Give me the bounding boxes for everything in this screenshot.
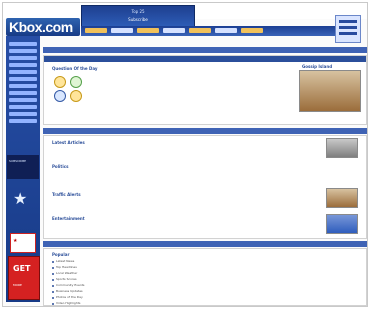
sidebar-shield[interactable]: ★ <box>10 233 36 253</box>
sidebar-link[interactable] <box>9 49 37 53</box>
header-badge[interactable] <box>335 15 361 43</box>
list-bullet <box>52 297 54 299</box>
sidebar-link[interactable] <box>9 77 37 81</box>
list-item[interactable]: Business Updates <box>56 289 83 293</box>
featured-header <box>44 56 366 62</box>
nav-item[interactable] <box>137 28 159 33</box>
list-item[interactable]: Photos of the Day <box>56 295 83 299</box>
story-thumbnail[interactable] <box>326 138 358 158</box>
sidebar-link[interactable] <box>9 98 37 102</box>
list-bullet <box>52 261 54 263</box>
story-title[interactable]: Latest Articles <box>52 140 85 145</box>
story-title[interactable]: Politics <box>52 164 68 169</box>
lower-panel: Popular Latest News Top Headlines Local … <box>43 248 367 306</box>
nav-item[interactable] <box>189 28 211 33</box>
cta-subtitle: MORE <box>13 283 22 287</box>
nav-item[interactable] <box>215 28 237 33</box>
sidebar-link[interactable] <box>9 56 37 60</box>
badge-bar <box>339 26 357 29</box>
top-banner[interactable]: Top 25 Subscribe <box>81 5 195 27</box>
site-logo-text: Kbox.com <box>9 19 73 35</box>
story-thumbnail[interactable] <box>326 214 358 234</box>
list-bullet <box>52 267 54 269</box>
face-icon <box>54 76 66 88</box>
user-icon <box>54 90 66 102</box>
featured-left-label[interactable]: Question Of the Day <box>52 66 98 71</box>
nav-item[interactable] <box>111 28 133 33</box>
star-icon: ★ <box>13 189 28 208</box>
browser-page: Kbox.com Top 25 Subscribe SUBSCRIBE ★ ★ … <box>2 2 368 307</box>
lower-tabbar <box>43 241 367 247</box>
sidebar-link[interactable] <box>9 63 37 67</box>
lower-section-title: Popular <box>52 252 70 257</box>
shield-text: ★ <box>13 238 18 244</box>
story-thumbnail[interactable] <box>326 188 358 208</box>
list-bullet <box>52 291 54 293</box>
cta-title: GET <box>13 264 31 273</box>
sidebar-link[interactable] <box>9 84 37 88</box>
banner-line-1: Top 25 <box>131 9 145 14</box>
sidebar-link[interactable] <box>9 119 37 123</box>
sidebar-link[interactable] <box>9 105 37 109</box>
cloud-icon <box>70 76 82 88</box>
sidebar-link[interactable] <box>9 42 37 46</box>
list-item[interactable]: Latest News <box>56 259 74 263</box>
sidebar-promo-text: SUBSCRIBE <box>9 159 27 163</box>
stories-tabbar <box>43 128 367 134</box>
sidebar-link[interactable] <box>9 112 37 116</box>
left-sidebar-nav <box>9 42 37 126</box>
badge-bar <box>339 20 357 23</box>
list-bullet <box>52 273 54 275</box>
list-bullet <box>52 303 54 305</box>
banner-line-2: Subscribe <box>128 17 148 22</box>
sidebar-promo-box[interactable]: SUBSCRIBE <box>7 155 39 179</box>
story-title[interactable]: Traffic Alerts <box>52 192 81 197</box>
list-item[interactable]: Sports Scores <box>56 277 77 281</box>
nav-item[interactable] <box>163 28 185 33</box>
badge-bar <box>339 32 357 35</box>
content-tabbar <box>43 47 367 53</box>
star-icon <box>70 90 82 102</box>
featured-right-label[interactable]: Gossip Island <box>302 64 332 69</box>
nav-item[interactable] <box>85 28 107 33</box>
list-item[interactable]: Top Headlines <box>56 265 77 269</box>
list-item[interactable]: Local Weather <box>56 271 77 275</box>
list-bullet <box>52 279 54 281</box>
featured-panel: Question Of the Day Gossip Island <box>43 55 367 125</box>
sidebar-cta-box[interactable]: GET MORE <box>8 256 40 300</box>
stories-panel: Latest Articles Politics Traffic Alerts … <box>43 135 367 239</box>
nav-item[interactable] <box>241 28 263 33</box>
list-bullet <box>52 285 54 287</box>
sidebar-link[interactable] <box>9 91 37 95</box>
list-item[interactable]: Community Events <box>56 283 84 287</box>
list-item[interactable]: Video Highlights <box>56 301 80 305</box>
featured-thumbnail[interactable] <box>299 70 361 112</box>
story-title[interactable]: Entertainment <box>52 216 85 221</box>
primary-nav <box>85 28 263 33</box>
sidebar-link[interactable] <box>9 70 37 74</box>
